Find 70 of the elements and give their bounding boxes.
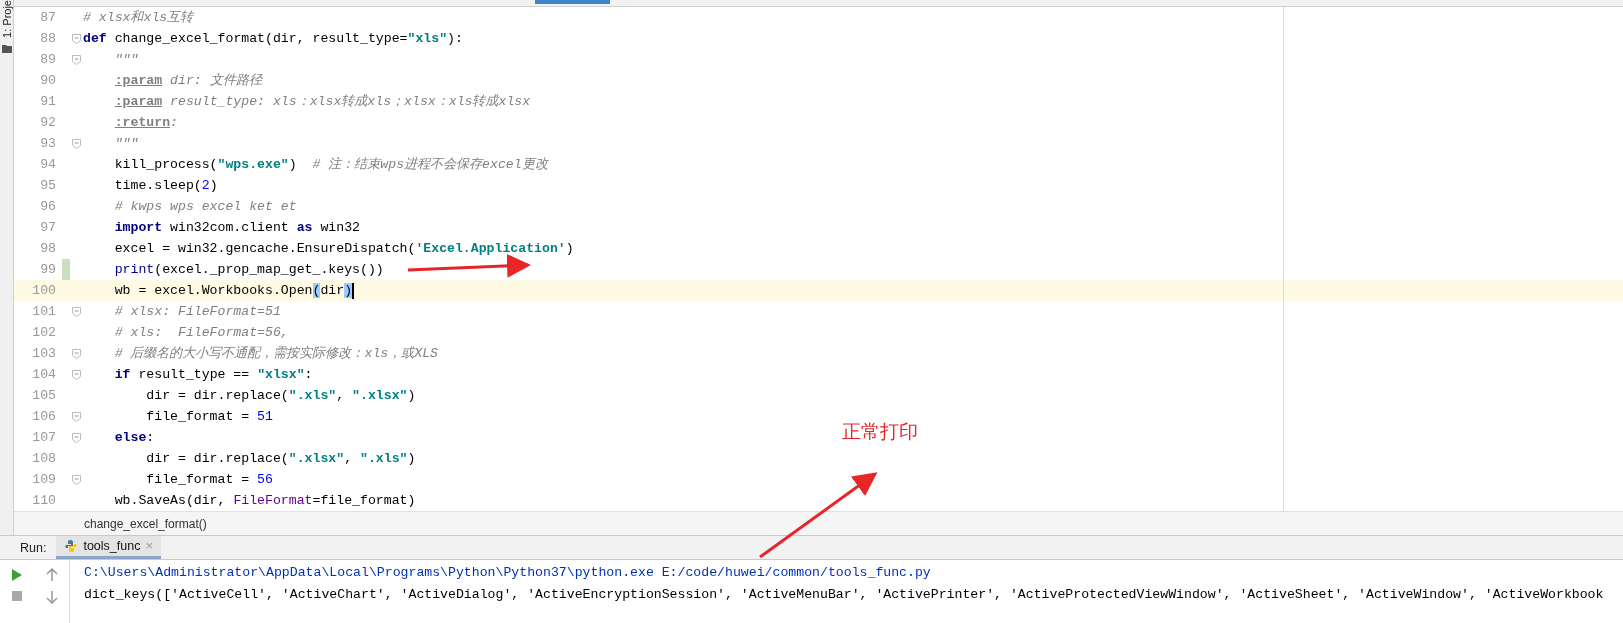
line-number: 89 — [40, 52, 56, 67]
code-line: # 后缀名的大小写不通配，需按实际修改：xls，或XLS — [113, 345, 438, 363]
console-line: C:\Users\Administrator\AppData\Local\Programs\Python\Python37\python.exe E:/code/huwei/common/tools_func.py — [84, 564, 932, 582]
line-number: 90 — [40, 73, 56, 88]
code-line: wb.SaveAs(dir, FileFormat=file_format) — [113, 492, 416, 510]
line-number: 93 — [40, 136, 56, 151]
run-icon[interactable] — [11, 568, 24, 582]
down-arrow-icon[interactable] — [45, 590, 58, 604]
up-arrow-icon[interactable] — [45, 568, 58, 582]
code-line: file_format = 56 — [145, 471, 273, 489]
code-line: else: — [113, 429, 155, 447]
fold-icon[interactable] — [72, 474, 81, 485]
code-line: :param result_type: xls：xlsx转成xls；xlsx：xls转成xlsx — [113, 93, 531, 111]
code-line: if result_type == "xlsx": — [113, 366, 313, 384]
fold-icon[interactable] — [72, 306, 81, 317]
code-line: excel = win32.gencache.EnsureDispatch('Excel.Application') — [113, 240, 574, 258]
fold-icon[interactable] — [72, 138, 81, 149]
code-line: # xlsx和xls互转 — [83, 9, 194, 27]
line-number: 110 — [32, 493, 56, 508]
line-number: 102 — [32, 325, 56, 340]
line-number: 96 — [40, 199, 56, 214]
code-line: dir = dir.replace(".xls", ".xlsx") — [145, 387, 416, 405]
code-line: kill_process("wps.exe") # 注：结束wps进程不会保存excel更改 — [113, 156, 548, 174]
fold-icon[interactable] — [72, 432, 81, 443]
line-number: 100 — [32, 283, 56, 298]
line-number: 106 — [32, 409, 56, 424]
line-number: 99 — [40, 262, 56, 277]
line-number: 101 — [32, 304, 56, 319]
fold-icon[interactable] — [72, 411, 81, 422]
line-number: 105 — [32, 388, 56, 403]
fold-icon[interactable] — [72, 54, 81, 65]
line-number: 103 — [32, 346, 56, 361]
line-number: 92 — [40, 115, 56, 130]
line-number: 91 — [40, 94, 56, 109]
stop-icon[interactable] — [11, 590, 24, 602]
code-line: wb = excel.Workbooks.Open(dir) — [113, 281, 355, 301]
code-line: import win32com.client as win32 — [113, 219, 360, 237]
code-line: # xlsx: FileFormat=51 — [113, 303, 281, 321]
line-number: 88 — [40, 31, 56, 46]
python-icon — [64, 539, 79, 553]
code-line: print(excel._prop_map_get_.keys()) — [113, 261, 384, 279]
fold-icon[interactable] — [72, 33, 81, 44]
run-tab[interactable]: tools_func × — [56, 536, 161, 559]
run-label: Run: — [19, 540, 48, 557]
code-line: def change_excel_format(dir, result_type="xls"): — [83, 30, 463, 48]
tool-window-label[interactable]: 1: Proje — [0, 0, 13, 38]
code-line: """ — [113, 51, 139, 69]
line-number: 94 — [40, 157, 56, 172]
line-number: 97 — [40, 220, 56, 235]
code-line: file_format = 51 — [145, 408, 273, 426]
code-line: :param dir: 文件路径 — [113, 72, 262, 90]
line-number: 104 — [32, 367, 56, 382]
code-line: time.sleep(2) — [113, 177, 218, 195]
line-number: 87 — [40, 10, 56, 25]
code-line: :return: — [113, 114, 178, 132]
breadcrumb[interactable]: change_excel_format() — [14, 511, 1623, 535]
line-number: 95 — [40, 178, 56, 193]
fold-icon[interactable] — [72, 369, 81, 380]
code-line: # kwps wps excel ket et — [113, 198, 297, 216]
console-line: dict_keys(['ActiveCell', 'ActiveChart', 'ActiveDialog', 'ActiveEncryptionSession', 'ActiveMenuBar', 'ActivePrinter', 'ActiveProtectedViewWindow', 'ActiveSheet', 'ActiveWindow', 'ActiveWorkbook — [84, 586, 1604, 604]
code-line: dir = dir.replace(".xlsx", ".xls") — [145, 450, 416, 468]
line-number: 107 — [32, 430, 56, 445]
folder-icon — [1, 43, 12, 53]
code-line: """ — [113, 135, 139, 153]
code-line: # xls: FileFormat=56, — [113, 324, 289, 342]
line-number: 109 — [32, 472, 56, 487]
annotation-label: 正常打印 — [842, 420, 918, 444]
line-number: 98 — [40, 241, 56, 256]
line-number: 108 — [32, 451, 56, 466]
fold-icon[interactable] — [72, 348, 81, 359]
